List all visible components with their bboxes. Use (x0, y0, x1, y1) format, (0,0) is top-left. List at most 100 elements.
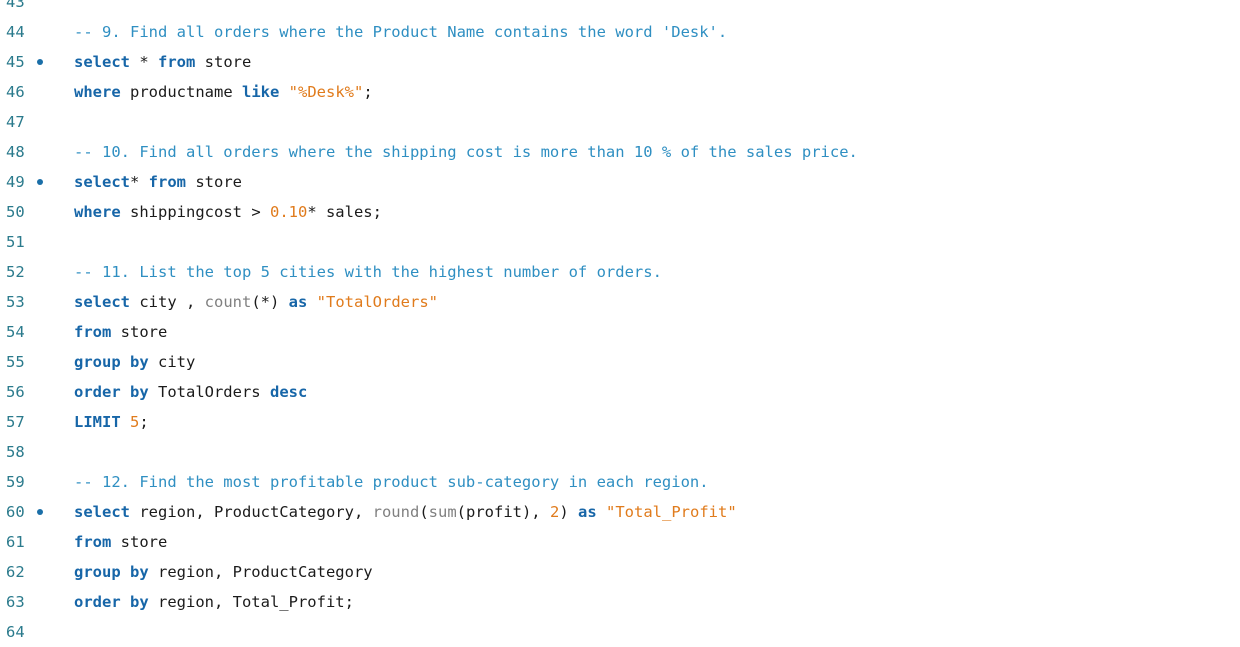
code-text: select region, ProductCategory, round(su… (74, 497, 737, 527)
code-line[interactable]: 52 -- 11. List the top 5 cities with the … (0, 257, 1240, 287)
line-number: 53 (6, 293, 25, 311)
code-token: select (74, 503, 130, 521)
statement-marker-icon[interactable] (37, 509, 43, 515)
code-token: store (186, 173, 242, 191)
code-token: from (74, 533, 112, 551)
code-token: select (74, 173, 130, 191)
code-line[interactable]: 51 (0, 227, 1240, 257)
code-token: sum (428, 503, 457, 521)
code-text: from store (74, 317, 167, 347)
code-text: -- 9. Find all orders where the Product … (74, 17, 727, 47)
code-line[interactable]: 54 from store (0, 317, 1240, 347)
code-token: -- 10. Find all orders where the shippin… (74, 143, 858, 161)
code-token: store (195, 53, 252, 71)
line-number: 49 (6, 173, 25, 191)
code-token: store (111, 533, 168, 551)
code-line[interactable]: 63 order by region, Total_Profit; (0, 587, 1240, 617)
code-line[interactable]: 61 from store (0, 527, 1240, 557)
code-token: round (372, 503, 420, 521)
code-token: select (74, 53, 130, 71)
code-line[interactable]: 45 select * from store (0, 47, 1240, 77)
code-token: productname (120, 83, 242, 101)
code-token: (*) (251, 293, 289, 311)
statement-marker-icon[interactable] (37, 59, 43, 65)
code-line[interactable]: 55 group by city (0, 347, 1240, 377)
code-token: from (148, 173, 186, 191)
code-token: desc (269, 383, 308, 401)
code-token: "TotalOrders" (316, 293, 438, 311)
sql-editor[interactable]: 43 44 -- 9. Find all orders where the Prod… (0, 0, 1240, 647)
line-number: 57 (6, 413, 25, 431)
code-token: like (242, 83, 280, 101)
code-line[interactable]: 47 (0, 107, 1240, 137)
code-token: as (288, 293, 308, 311)
code-token: 2 (549, 503, 560, 521)
code-token: ) (559, 503, 578, 521)
code-line[interactable]: 44 -- 9. Find all orders where the Produc… (0, 17, 1240, 47)
code-text: -- 11. List the top 5 cities with the hi… (74, 257, 662, 287)
code-token: order by (74, 383, 149, 401)
code-text: order by region, Total_Profit; (74, 587, 354, 617)
code-line[interactable]: 60 select region, ProductCategory, round(… (0, 497, 1240, 527)
code-line[interactable]: 46 where productname like "%Desk%"; (0, 77, 1240, 107)
code-token: group by (74, 353, 149, 371)
code-text: from store (74, 527, 167, 557)
code-text: select* from store (74, 167, 242, 197)
code-token: (profit), (456, 503, 550, 521)
line-number: 50 (6, 203, 25, 221)
code-token: -- 9. Find all orders where the Product … (74, 23, 728, 41)
line-number: 43 (6, 0, 25, 11)
code-token: store (111, 323, 168, 341)
code-token: where (74, 83, 121, 101)
line-number: 60 (6, 503, 25, 521)
code-token: * (130, 173, 149, 191)
code-text: -- 10. Find all orders where the shippin… (74, 137, 858, 167)
line-number: 48 (6, 143, 25, 161)
statement-marker-icon[interactable] (37, 179, 43, 185)
code-token: city , (130, 293, 205, 311)
code-line[interactable]: 48 -- 10. Find all orders where the shipp… (0, 137, 1240, 167)
line-number: 52 (6, 263, 25, 281)
code-token: group by (74, 563, 149, 581)
code-line[interactable]: 64 (0, 617, 1240, 647)
code-line[interactable]: 53 select city , count(*) as "TotalOrders… (0, 287, 1240, 317)
line-number: 46 (6, 83, 25, 101)
code-token: ; (139, 413, 149, 431)
line-number: 54 (6, 323, 25, 341)
code-token: region, ProductCategory, (130, 503, 373, 521)
code-line[interactable]: 56 order by TotalOrders desc (0, 377, 1240, 407)
code-line[interactable]: 43 (0, 0, 1240, 17)
code-token: order by (74, 593, 149, 611)
code-text: group by city (74, 347, 195, 377)
line-number: 47 (6, 113, 25, 131)
code-line[interactable]: 50 where shippingcost > 0.10* sales; (0, 197, 1240, 227)
code-text: LIMIT 5; (74, 407, 149, 437)
code-token: -- 12. Find the most profitable product … (74, 473, 709, 491)
code-token: * sales; (307, 203, 382, 221)
code-token: as (578, 503, 597, 521)
code-token: ; (363, 83, 373, 101)
code-token: -- 11. List the top 5 cities with the hi… (74, 263, 662, 281)
code-line[interactable]: 62 group by region, ProductCategory (0, 557, 1240, 587)
code-text: order by TotalOrders desc (74, 377, 307, 407)
code-text: where shippingcost > 0.10* sales; (74, 197, 382, 227)
code-line[interactable]: 57 LIMIT 5; (0, 407, 1240, 437)
line-number: 64 (6, 623, 25, 641)
code-line[interactable]: 49 select* from store (0, 167, 1240, 197)
line-number: 58 (6, 443, 25, 461)
code-token: shippingcost > (120, 203, 270, 221)
line-number: 62 (6, 563, 25, 581)
line-number: 44 (6, 23, 25, 41)
code-token: 5 (130, 413, 140, 431)
code-text: select * from store (74, 47, 251, 77)
code-token: region, Total_Profit; (148, 593, 354, 611)
line-number: 45 (6, 53, 25, 71)
code-line[interactable]: 58 (0, 437, 1240, 467)
code-line[interactable]: 59 -- 12. Find the most profitable produc… (0, 467, 1240, 497)
code-token: "%Desk%" (288, 83, 364, 101)
code-token: LIMIT (74, 413, 121, 431)
code-text: -- 12. Find the most profitable product … (74, 467, 709, 497)
